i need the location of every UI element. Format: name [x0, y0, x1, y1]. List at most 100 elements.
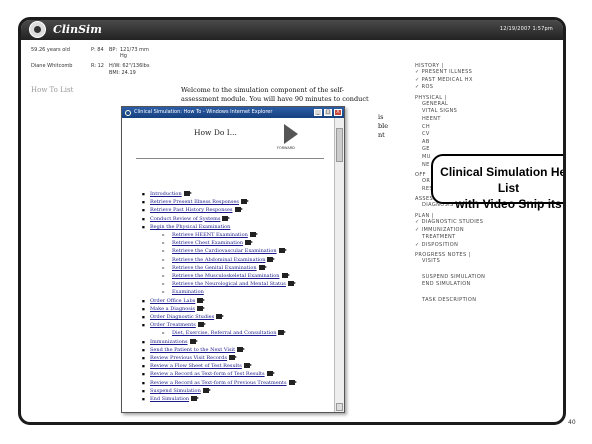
help-link[interactable]: Examination — [142, 288, 295, 296]
help-link[interactable]: Suspend Simulation — [142, 387, 295, 395]
help-link-label[interactable]: Conduct Review of Systems — [150, 216, 220, 222]
video-camera-icon[interactable] — [249, 232, 258, 238]
help-link[interactable]: Retrieve the Musculoskeletal Examination — [142, 272, 295, 280]
help-link[interactable]: Introduction — [142, 190, 295, 198]
video-camera-icon[interactable] — [202, 387, 211, 393]
menu-item[interactable]: TREATMENT — [415, 234, 560, 242]
help-link-label[interactable]: Order Office Labs — [150, 298, 195, 304]
minimize-button[interactable]: _ — [314, 109, 322, 116]
help-link[interactable]: Retrieve HEENT Examination — [142, 231, 295, 239]
video-camera-icon[interactable] — [281, 273, 290, 279]
help-link-label[interactable]: Retrieve the Cardiovascular Examination — [172, 248, 277, 254]
menu-item[interactable]: ✓ PRESENT ILLNESS — [415, 69, 560, 77]
help-link[interactable]: Begin the Physical Examination — [142, 223, 295, 231]
help-link-label[interactable]: Retrieve Past History Responses — [150, 207, 233, 213]
help-link-label[interactable]: End Simulation — [150, 396, 189, 402]
video-camera-icon[interactable] — [183, 191, 192, 196]
video-camera-icon[interactable] — [234, 207, 243, 213]
help-link[interactable]: Review a Record as Text-form of Test Res… — [142, 370, 295, 379]
help-link[interactable]: Review a Flow Sheet of Test Results — [142, 362, 295, 371]
menu-item[interactable]: ✓ DISPOSITION — [415, 242, 560, 250]
scrollbar[interactable] — [334, 118, 344, 412]
menu-item[interactable]: HEENT — [415, 116, 560, 124]
help-link[interactable]: Retrieve Past History Responses — [142, 206, 295, 215]
help-link-label[interactable]: Immunizations — [150, 339, 188, 345]
help-link[interactable]: Make a Diagnosis — [142, 305, 295, 313]
video-camera-icon[interactable] — [278, 248, 287, 254]
video-camera-icon[interactable] — [197, 305, 205, 311]
video-camera-icon[interactable] — [237, 346, 246, 352]
help-link[interactable]: Review a Record as Text-form of Previous… — [142, 379, 297, 387]
help-link-label[interactable]: Examination — [172, 289, 204, 295]
video-camera-icon[interactable] — [267, 256, 276, 262]
help-link-label[interactable]: Review a Record as Text-form of Test Res… — [150, 371, 265, 377]
video-camera-icon[interactable] — [197, 322, 206, 328]
video-camera-icon[interactable] — [258, 264, 267, 270]
menu-item[interactable]: ✓ ROS — [415, 84, 560, 92]
scroll-down-arrow[interactable] — [336, 403, 343, 411]
help-link[interactable]: Retrieve Chest Examination — [142, 239, 295, 248]
menu-item[interactable]: SUSPEND SIMULATION — [415, 274, 560, 282]
help-link[interactable]: Immunizations — [142, 338, 295, 346]
help-link-label[interactable]: Review Previous Visit Records — [150, 355, 227, 361]
maximize-button[interactable]: □ — [324, 109, 332, 116]
scroll-thumb[interactable] — [336, 128, 343, 162]
video-camera-icon[interactable] — [197, 297, 206, 303]
video-camera-icon[interactable] — [191, 396, 200, 402]
help-link[interactable]: Send the Patient to the Next Visit — [142, 346, 295, 354]
help-link[interactable]: Order Diagnostic Studies — [142, 313, 295, 321]
menu-item[interactable]: CH — [415, 124, 560, 132]
menu-item[interactable]: VISITS — [415, 258, 560, 266]
video-camera-icon[interactable] — [245, 240, 254, 246]
help-link-label[interactable]: Retrieve the Musculoskeletal Examination — [172, 273, 280, 279]
menu-item[interactable]: END SIMULATION — [415, 281, 560, 289]
help-link-label[interactable]: Send the Patient to the Next Visit — [150, 347, 235, 353]
menu-item[interactable]: VITAL SIGNS — [415, 108, 560, 116]
close-button[interactable]: X — [334, 109, 342, 116]
help-link-label[interactable]: Retrieve Chest Examination — [172, 240, 243, 246]
help-link[interactable]: Order Office Labs — [142, 297, 295, 305]
help-link[interactable]: Retrieve the Neurological and Mental Sta… — [142, 280, 296, 289]
help-link[interactable]: Conduct Review of Systems — [142, 215, 295, 223]
menu-item[interactable]: ✓ PAST MEDICAL HX — [415, 77, 560, 85]
help-link-label[interactable]: Suspend Simulation — [150, 388, 201, 394]
help-link[interactable]: Retrieve Present Illness Responses — [142, 198, 295, 207]
help-link-label[interactable]: Retrieve Present Illness Responses — [150, 199, 239, 205]
video-camera-icon[interactable] — [216, 314, 225, 320]
how-to-list-link[interactable]: How To List — [31, 86, 73, 94]
menu-item[interactable]: AB — [415, 139, 560, 147]
help-link-label[interactable]: Retrieve the Abdominal Examination — [172, 257, 265, 263]
help-link-label[interactable]: Order Treatments — [150, 322, 196, 328]
help-link-label[interactable]: Retrieve the Neurological and Mental Sta… — [172, 281, 286, 287]
help-popup-window[interactable]: Clinical Simulation: How To - Windows In… — [121, 106, 345, 413]
help-link-label[interactable]: Retrieve HEENT Examination — [172, 232, 248, 238]
help-link-label[interactable]: Review a Flow Sheet of Test Results — [150, 363, 242, 369]
video-camera-icon[interactable] — [222, 215, 231, 221]
video-camera-icon[interactable] — [266, 371, 275, 377]
help-link-label[interactable]: Review a Record as Text-form of Previous… — [150, 380, 287, 386]
video-camera-icon[interactable] — [287, 281, 296, 287]
menu-item[interactable]: ✓ DIAGNOSTIC STUDIES — [415, 219, 560, 227]
video-camera-icon[interactable] — [189, 338, 198, 344]
help-link[interactable]: Retrieve the Cardiovascular Examination — [142, 247, 295, 256]
help-link-label[interactable]: Introduction — [150, 191, 182, 197]
video-camera-icon[interactable] — [229, 355, 238, 361]
help-link-label[interactable]: Diet, Exercise, Referral and Consultatio… — [172, 330, 276, 336]
help-link-label[interactable]: Order Diagnostic Studies — [150, 314, 214, 320]
menu-item[interactable]: ✓ IMMUNIZATION — [415, 227, 560, 235]
popup-titlebar[interactable]: Clinical Simulation: How To - Windows In… — [122, 107, 344, 118]
menu-item[interactable]: GENERAL — [415, 101, 560, 109]
help-link[interactable]: Order Treatments — [142, 321, 295, 330]
video-camera-icon[interactable] — [288, 379, 297, 385]
menu-item[interactable]: CV — [415, 131, 560, 139]
help-link[interactable]: Diet, Exercise, Referral and Consultatio… — [142, 329, 295, 338]
help-link[interactable]: End Simulation — [142, 395, 295, 403]
help-link-label[interactable]: Retrieve the Genital Examination — [172, 265, 257, 271]
video-camera-icon[interactable] — [278, 330, 287, 336]
video-camera-icon[interactable] — [243, 363, 252, 369]
menu-item[interactable]: TASK DESCRIPTION — [415, 297, 560, 305]
help-link[interactable]: Retrieve the Genital Examination — [142, 264, 295, 272]
help-link[interactable]: Retrieve the Abdominal Examination — [142, 256, 295, 264]
help-link-label[interactable]: Make a Diagnosis — [150, 306, 195, 312]
menu-item[interactable]: GE — [415, 146, 560, 154]
